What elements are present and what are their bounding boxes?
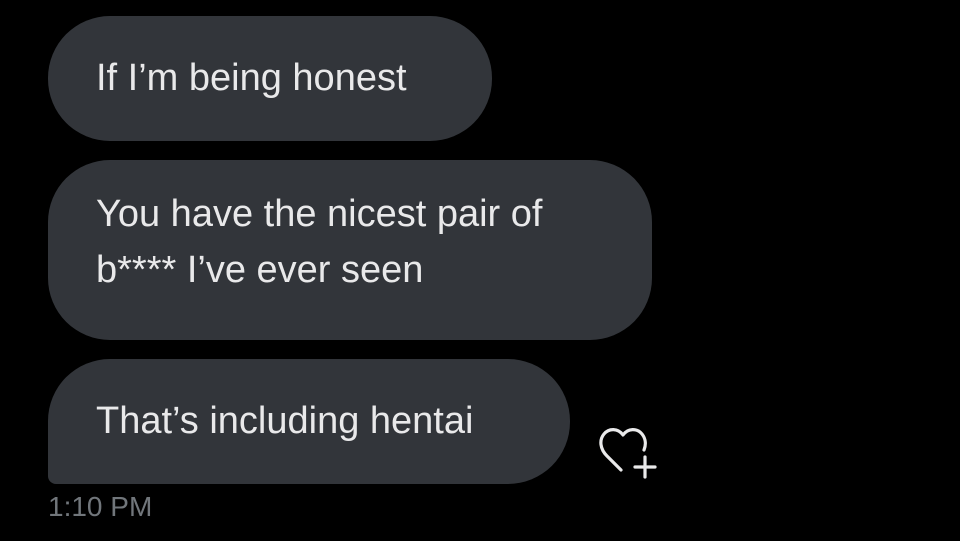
message-text: That’s including hentai [96,400,474,442]
message-text-line: You have the nicest pair of [96,193,543,235]
message-text-line: b**** I’ve ever seen [96,249,424,291]
message-bubble[interactable]: That’s including hentai [48,359,570,484]
message-bubble[interactable]: If I’m being honest [48,16,492,141]
add-reaction-button[interactable] [590,414,670,480]
heart-plus-icon [599,428,657,479]
message-text: If I’m being honest [96,57,407,99]
message-timestamp: 1:10 PM [48,491,153,522]
message-bubble[interactable]: You have the nicest pair of b**** I’ve e… [48,160,652,340]
